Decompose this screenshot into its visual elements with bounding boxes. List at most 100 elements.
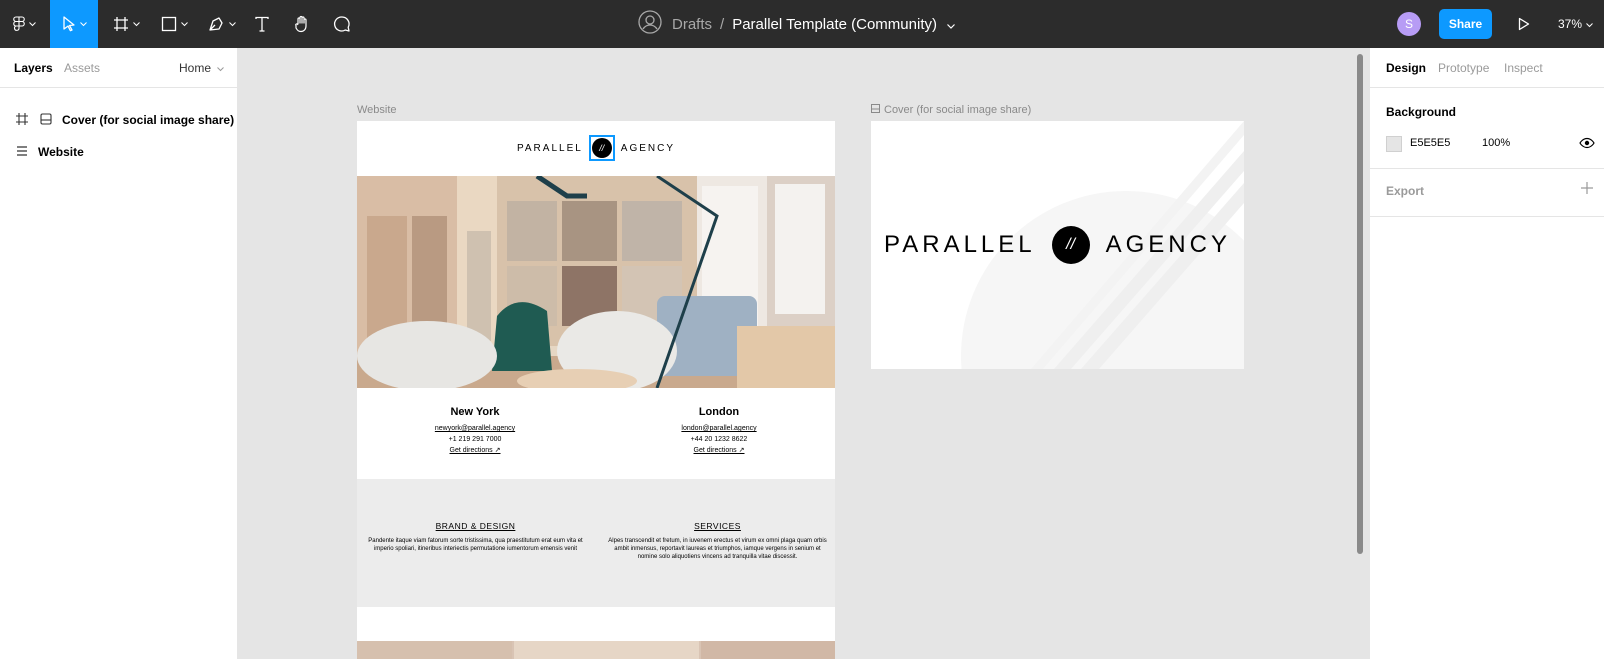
service-text: Alpes transcendit et fretum, in iuvenem … — [608, 538, 827, 560]
layer-cover[interactable]: Cover (for social image share) — [0, 104, 238, 136]
right-panel-tabs: Design Prototype Inspect — [1370, 48, 1604, 88]
cover-frame[interactable]: PARALLEL // AGENCY — [871, 121, 1244, 369]
export-section-title: Export — [1386, 184, 1425, 198]
play-icon — [1518, 17, 1530, 31]
office-email[interactable]: london@parallel.agency — [639, 423, 799, 434]
share-button[interactable]: Share — [1439, 9, 1492, 39]
breadcrumb-separator: / — [720, 15, 725, 33]
hero-photo — [357, 176, 835, 388]
drafts-link[interactable]: Drafts — [672, 16, 712, 33]
chevron-down-icon — [79, 21, 87, 27]
office-directions[interactable]: Get directions ↗ — [395, 445, 555, 456]
logo-mark: // — [591, 138, 612, 158]
tab-design[interactable]: Design — [1386, 61, 1426, 75]
logo-text-left: PARALLEL — [516, 142, 583, 154]
figma-logo-icon — [12, 16, 25, 32]
logo-text-right: AGENCY — [620, 142, 676, 154]
service-title: BRAND & DESIGN — [435, 521, 516, 531]
chevron-down-icon[interactable] — [947, 16, 955, 33]
office-city: New York — [450, 406, 500, 418]
office-directions[interactable]: Get directions ↗ — [639, 445, 799, 456]
chevron-down-icon — [132, 21, 140, 27]
pen-tool-button[interactable] — [202, 0, 242, 48]
photo-preview — [357, 641, 835, 659]
chevron-down-icon — [229, 21, 236, 27]
section-divider — [1370, 168, 1604, 169]
layout-icon — [40, 112, 52, 128]
design-panel: Design Prototype Inspect Background E5E5… — [1369, 48, 1604, 659]
auto-layout-icon — [16, 145, 28, 160]
office-interior-image — [357, 176, 835, 388]
service-brand-design: BRAND & DESIGN Pandente itaque viam fato… — [363, 521, 588, 553]
background-section-title: Background — [1386, 105, 1457, 119]
office-email[interactable]: newyork@parallel.agency — [395, 423, 555, 434]
chevron-down-icon — [217, 61, 224, 75]
background-color-swatch[interactable] — [1386, 136, 1402, 152]
logo-text-left: PARALLEL — [884, 231, 1036, 258]
zoom-menu[interactable]: 37% — [1558, 0, 1593, 48]
service-services: SERVICES Alpes transcendit et fretum, in… — [605, 521, 830, 561]
frame-icon — [113, 16, 129, 32]
chevron-down-icon — [1586, 17, 1593, 31]
layer-label: Website — [38, 145, 84, 159]
team-avatar-icon — [638, 10, 662, 38]
main-menu-button[interactable] — [0, 0, 48, 48]
page-selector[interactable]: Home — [179, 61, 224, 75]
office-london: London london@parallel.agency +44 20 123… — [639, 406, 799, 456]
breadcrumb: Drafts / Parallel Template (Community) — [638, 0, 955, 48]
canvas[interactable]: Website PARALLEL // AGENCY New York newy… — [238, 48, 1369, 659]
shape-tool-button[interactable] — [154, 0, 194, 48]
website-frame-label[interactable]: Website — [357, 104, 397, 116]
tab-assets[interactable]: Assets — [64, 61, 100, 75]
service-text: Pandente itaque viam fatorum sorte trist… — [368, 538, 583, 552]
move-tool-button[interactable] — [50, 0, 98, 48]
office-new-york: New York newyork@parallel.agency +1 219 … — [395, 406, 555, 456]
vertical-scrollbar[interactable] — [1357, 54, 1363, 554]
comment-icon — [333, 15, 351, 33]
layer-label: Cover (for social image share) — [62, 113, 235, 127]
add-export-icon[interactable] — [1581, 182, 1593, 198]
background-hex-input[interactable]: E5E5E5 — [1410, 137, 1450, 149]
pen-icon — [208, 16, 225, 32]
logo-text-right: AGENCY — [1105, 231, 1231, 258]
service-title: SERVICES — [694, 521, 741, 531]
office-phone: +1 219 291 7000 — [448, 436, 502, 443]
file-name[interactable]: Parallel Template (Community) — [732, 16, 937, 33]
selected-logo-mark[interactable]: // — [588, 135, 615, 161]
page-name: Home — [179, 61, 212, 75]
office-city: London — [698, 406, 740, 418]
comment-tool-button[interactable] — [330, 0, 354, 48]
layers-panel: Layers Assets Home Cover (for social ima… — [0, 48, 238, 659]
toolbar: Drafts / Parallel Template (Community) S… — [0, 0, 1604, 48]
website-logo[interactable]: PARALLEL // AGENCY — [357, 135, 835, 161]
layout-icon — [871, 104, 880, 116]
rectangle-icon — [161, 16, 177, 32]
tab-prototype[interactable]: Prototype — [1438, 61, 1489, 75]
website-frame[interactable]: PARALLEL // AGENCY New York newyork@para… — [357, 121, 835, 659]
cover-frame-label[interactable]: Cover (for social image share) — [871, 104, 1031, 116]
eye-icon[interactable] — [1579, 136, 1595, 154]
tab-layers[interactable]: Layers — [14, 61, 53, 75]
frame-icon — [16, 112, 28, 128]
text-tool-button[interactable] — [250, 0, 274, 48]
next-photo-strip — [357, 641, 835, 659]
frame-tool-button[interactable] — [106, 0, 146, 48]
left-panel-tabs: Layers Assets Home — [0, 48, 237, 88]
chevron-down-icon — [28, 21, 36, 27]
cover-logo: PARALLEL // AGENCY — [871, 226, 1244, 264]
background-opacity-input[interactable]: 100% — [1482, 137, 1510, 149]
present-button[interactable] — [1512, 0, 1536, 48]
chevron-down-icon — [180, 21, 188, 27]
cover-frame-label-text: Cover (for social image share) — [884, 104, 1032, 116]
layer-website[interactable]: Website — [0, 136, 238, 168]
office-phone: +44 20 1232 8622 — [690, 436, 748, 443]
user-avatar[interactable]: S — [1397, 12, 1421, 36]
cursor-icon — [62, 16, 76, 32]
section-divider — [1370, 216, 1604, 217]
hand-tool-button[interactable] — [290, 0, 314, 48]
logo-mark: // — [1051, 226, 1090, 264]
zoom-level: 37% — [1558, 17, 1583, 31]
text-icon — [255, 16, 269, 32]
tab-inspect[interactable]: Inspect — [1504, 61, 1543, 75]
hand-icon — [293, 15, 311, 33]
